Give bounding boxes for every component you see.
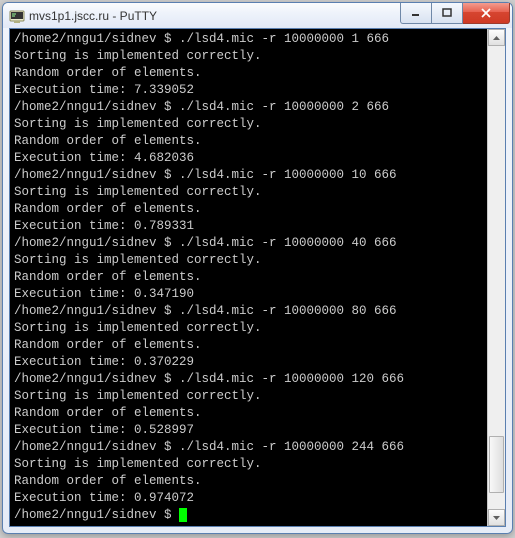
output-line: Sorting is implemented correctly. xyxy=(14,320,485,337)
output-line: Random order of elements. xyxy=(14,473,485,490)
window-title: mvs1p1.jscc.ru - PuTTY xyxy=(29,9,400,23)
output-line: Execution time: 0.528997 xyxy=(14,422,485,439)
output-line: Random order of elements. xyxy=(14,269,485,286)
close-button[interactable] xyxy=(463,3,510,24)
minimize-button[interactable] xyxy=(400,3,432,24)
output-line: Execution time: 0.347190 xyxy=(14,286,485,303)
terminal-output[interactable]: /home2/nngu1/sidnev $ ./lsd4.mic -r 1000… xyxy=(10,29,487,526)
output-line: Random order of elements. xyxy=(14,405,485,422)
output-line: Random order of elements. xyxy=(14,337,485,354)
putty-icon xyxy=(9,8,25,24)
output-line: Execution time: 4.682036 xyxy=(14,150,485,167)
output-line: Execution time: 0.974072 xyxy=(14,490,485,507)
output-line: Sorting is implemented correctly. xyxy=(14,184,485,201)
output-line: Execution time: 0.789331 xyxy=(14,218,485,235)
output-line: Sorting is implemented correctly. xyxy=(14,116,485,133)
output-line: Sorting is implemented correctly. xyxy=(14,456,485,473)
prompt-line: /home2/nngu1/sidnev $ ./lsd4.mic -r 1000… xyxy=(14,371,485,388)
prompt-line: /home2/nngu1/sidnev $ ./lsd4.mic -r 1000… xyxy=(14,303,485,320)
output-line: Random order of elements. xyxy=(14,201,485,218)
prompt-line: /home2/nngu1/sidnev $ ./lsd4.mic -r 1000… xyxy=(14,235,485,252)
output-line: Sorting is implemented correctly. xyxy=(14,252,485,269)
prompt-line: /home2/nngu1/sidnev $ xyxy=(14,507,485,524)
output-line: Execution time: 7.339052 xyxy=(14,82,485,99)
prompt-line: /home2/nngu1/sidnev $ ./lsd4.mic -r 1000… xyxy=(14,439,485,456)
putty-window: mvs1p1.jscc.ru - PuTTY /home2/nngu1/sidn… xyxy=(2,2,513,534)
prompt-line: /home2/nngu1/sidnev $ ./lsd4.mic -r 1000… xyxy=(14,31,485,48)
titlebar[interactable]: mvs1p1.jscc.ru - PuTTY xyxy=(3,3,512,28)
output-line: Sorting is implemented correctly. xyxy=(14,48,485,65)
client-area: /home2/nngu1/sidnev $ ./lsd4.mic -r 1000… xyxy=(9,28,506,527)
scroll-track[interactable] xyxy=(488,46,505,509)
output-line: Execution time: 0.370229 xyxy=(14,354,485,371)
prompt-line: /home2/nngu1/sidnev $ ./lsd4.mic -r 1000… xyxy=(14,167,485,184)
output-line: Sorting is implemented correctly. xyxy=(14,388,485,405)
terminal-cursor xyxy=(179,508,187,522)
scroll-thumb[interactable] xyxy=(489,436,504,493)
scroll-down-button[interactable] xyxy=(488,509,505,526)
output-line: Random order of elements. xyxy=(14,133,485,150)
window-controls xyxy=(400,3,512,28)
scroll-up-button[interactable] xyxy=(488,29,505,46)
vertical-scrollbar[interactable] xyxy=(487,29,505,526)
output-line: Random order of elements. xyxy=(14,65,485,82)
prompt-line: /home2/nngu1/sidnev $ ./lsd4.mic -r 1000… xyxy=(14,99,485,116)
maximize-button[interactable] xyxy=(432,3,463,24)
